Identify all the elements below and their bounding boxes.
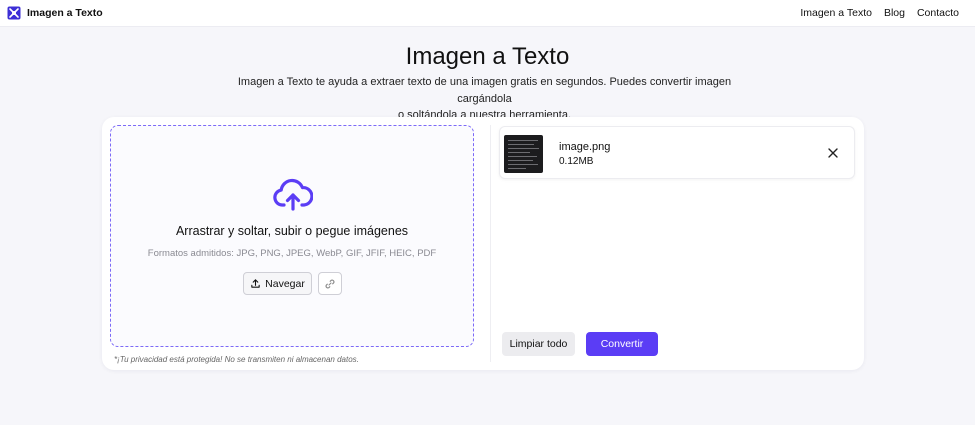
privacy-note: *¡Tu privacidad está protegida! No se tr… xyxy=(114,355,359,364)
browse-button[interactable]: Navegar xyxy=(243,272,312,295)
link-icon xyxy=(325,279,335,288)
upload-arrow-icon xyxy=(251,279,260,288)
file-size: 0.12MB xyxy=(559,156,594,167)
supported-formats: Formatos admitidos: JPG, PNG, JPEG, WebP… xyxy=(147,248,437,259)
nav-link-imagen-a-texto[interactable]: Imagen a Texto xyxy=(800,7,872,19)
cloud-upload-icon xyxy=(273,178,313,211)
remove-file-button[interactable] xyxy=(826,146,840,160)
brand[interactable]: Imagen a Texto xyxy=(7,6,103,20)
file-name: image.png xyxy=(559,141,611,153)
main-nav: Imagen a Texto Blog Contacto xyxy=(800,7,959,19)
brand-logo-icon xyxy=(7,6,21,20)
clear-all-button[interactable]: Limpiar todo xyxy=(502,332,575,356)
upload-dropzone[interactable]: Arrastrar y soltar, subir o pegue imágen… xyxy=(110,125,474,347)
brand-name: Imagen a Texto xyxy=(27,7,103,19)
nav-link-contacto[interactable]: Contacto xyxy=(917,7,959,19)
nav-link-blog[interactable]: Blog xyxy=(884,7,905,19)
file-thumbnail xyxy=(504,135,543,173)
converter-card: Arrastrar y soltar, subir o pegue imágen… xyxy=(102,117,864,370)
file-item: image.png 0.12MB xyxy=(499,126,855,179)
top-bar: Imagen a Texto Imagen a Texto Blog Conta… xyxy=(0,0,975,27)
url-link-button[interactable] xyxy=(318,272,342,295)
dropzone-title: Arrastrar y soltar, subir o pegue imágen… xyxy=(175,224,409,238)
page-description-line: Imagen a Texto te ayuda a extraer texto … xyxy=(237,76,732,105)
panel-divider xyxy=(490,125,491,362)
page-title: Imagen a Texto xyxy=(405,43,570,70)
close-icon xyxy=(828,148,838,158)
browse-button-label: Navegar xyxy=(265,277,305,290)
convert-button[interactable]: Convertir xyxy=(586,332,658,356)
